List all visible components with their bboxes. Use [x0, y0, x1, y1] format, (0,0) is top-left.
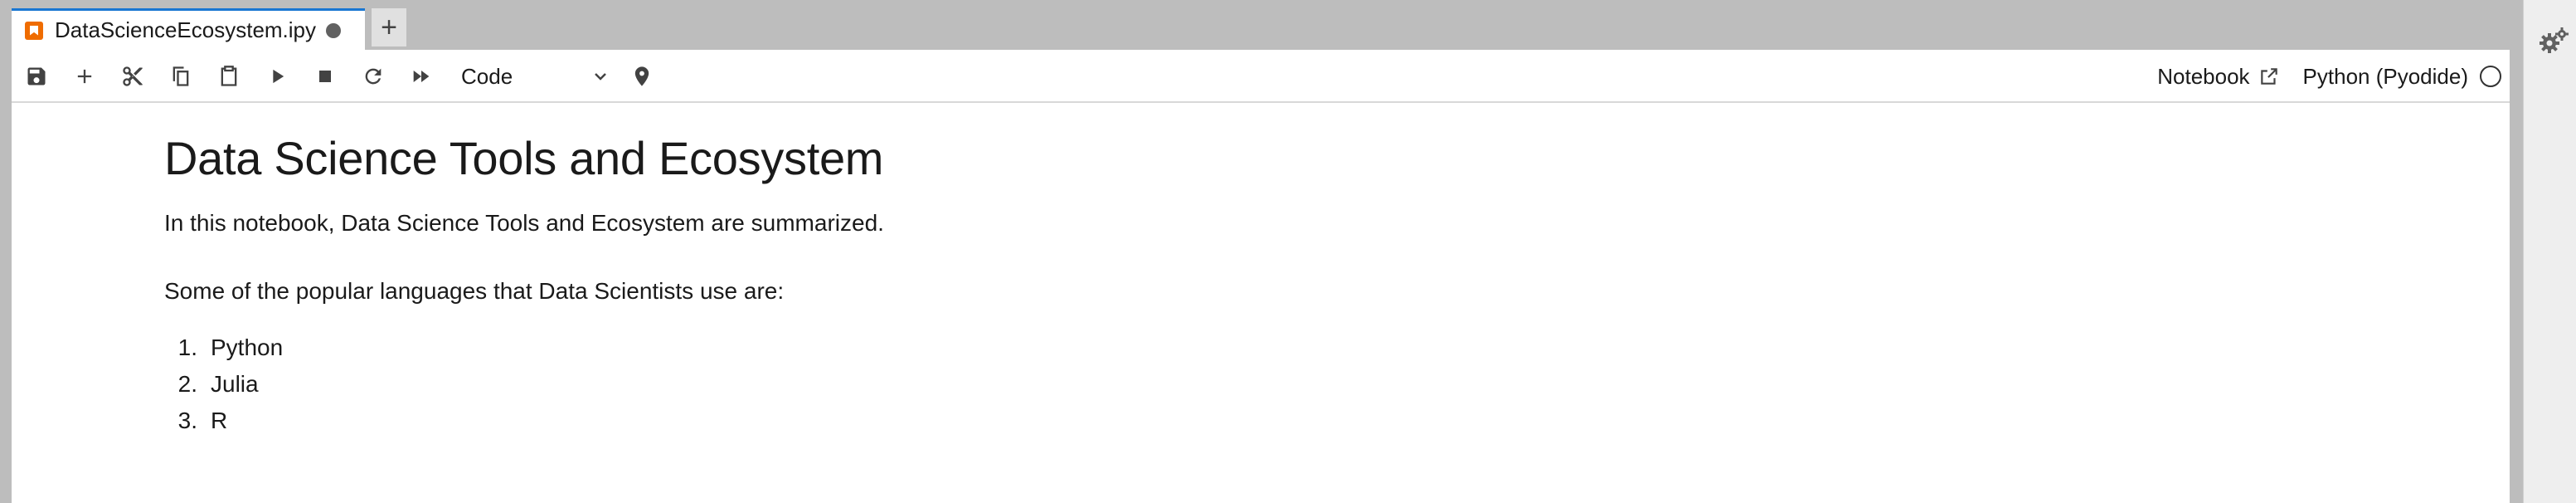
toolbar-right: Notebook Python (Pyodide)	[2157, 60, 2501, 93]
copy-icon	[173, 66, 189, 86]
save-icon	[27, 67, 46, 85]
kernel-name[interactable]: Python (Pyodide)	[2303, 64, 2468, 90]
list-item-label: R	[211, 408, 228, 433]
cell-type-value: Code	[461, 63, 513, 89]
cut-button[interactable]	[118, 61, 148, 91]
unsaved-indicator-icon[interactable]	[326, 22, 342, 38]
tab-bar: DataScienceEcosystem.ipy +	[0, 0, 2510, 50]
interrupt-button[interactable]	[310, 61, 340, 91]
cell-type-select[interactable]: Code	[461, 60, 610, 93]
plus-icon	[77, 69, 92, 84]
refresh-icon	[365, 68, 382, 85]
paste-button[interactable]	[214, 61, 244, 91]
tab-notebook[interactable]: DataScienceEcosystem.ipy	[12, 8, 365, 50]
location-pin-icon	[634, 66, 649, 86]
languages-intro: Some of the popular languages that Data …	[164, 278, 785, 304]
save-button[interactable]	[22, 61, 51, 91]
list-item: 3. R	[164, 403, 2403, 439]
right-sidebar	[2523, 0, 2576, 503]
list-item: 2. Julia	[164, 366, 2403, 403]
restart-run-all-button[interactable]	[406, 61, 436, 91]
notebook-panel: Code Notebook Python (Pyodide) Data Scie…	[12, 50, 2510, 503]
restart-button[interactable]	[358, 61, 388, 91]
list-number: 3.	[177, 408, 197, 433]
copy-button[interactable]	[166, 61, 196, 91]
play-icon	[273, 69, 284, 84]
new-tab-button[interactable]: +	[372, 8, 406, 46]
notebook-toolbar: Code Notebook Python (Pyodide)	[12, 50, 2510, 103]
list-number: 2.	[177, 371, 197, 397]
gears-icon[interactable]	[2537, 25, 2570, 58]
list-item-label: Python	[211, 335, 284, 360]
fast-forward-icon	[413, 71, 430, 82]
scissors-icon	[123, 66, 143, 86]
markdown-cell[interactable]: Data Science Tools and Ecosystem In this…	[164, 108, 2403, 439]
chevron-down-icon	[595, 73, 606, 81]
list-number: 1.	[177, 335, 197, 360]
external-link-icon[interactable]	[2258, 66, 2280, 87]
list-item-label: Julia	[211, 371, 259, 397]
stop-icon	[319, 71, 331, 82]
tab-title: DataScienceEcosystem.ipy	[55, 17, 317, 42]
insert-cell-button[interactable]	[70, 61, 100, 91]
debugger-button[interactable]	[627, 61, 657, 91]
languages-list: 1. Python 2. Julia 3. R	[164, 330, 2403, 439]
list-item: 1. Python	[164, 330, 2403, 366]
run-button[interactable]	[262, 61, 292, 91]
notebook-heading: Data Science Tools and Ecosystem	[164, 132, 884, 184]
clipboard-icon	[221, 66, 237, 86]
intro-paragraph: In this notebook, Data Science Tools and…	[164, 210, 884, 236]
open-in-notebook-link[interactable]: Notebook	[2157, 64, 2249, 90]
notebook-icon	[25, 21, 43, 40]
kernel-status-icon	[2480, 66, 2501, 87]
